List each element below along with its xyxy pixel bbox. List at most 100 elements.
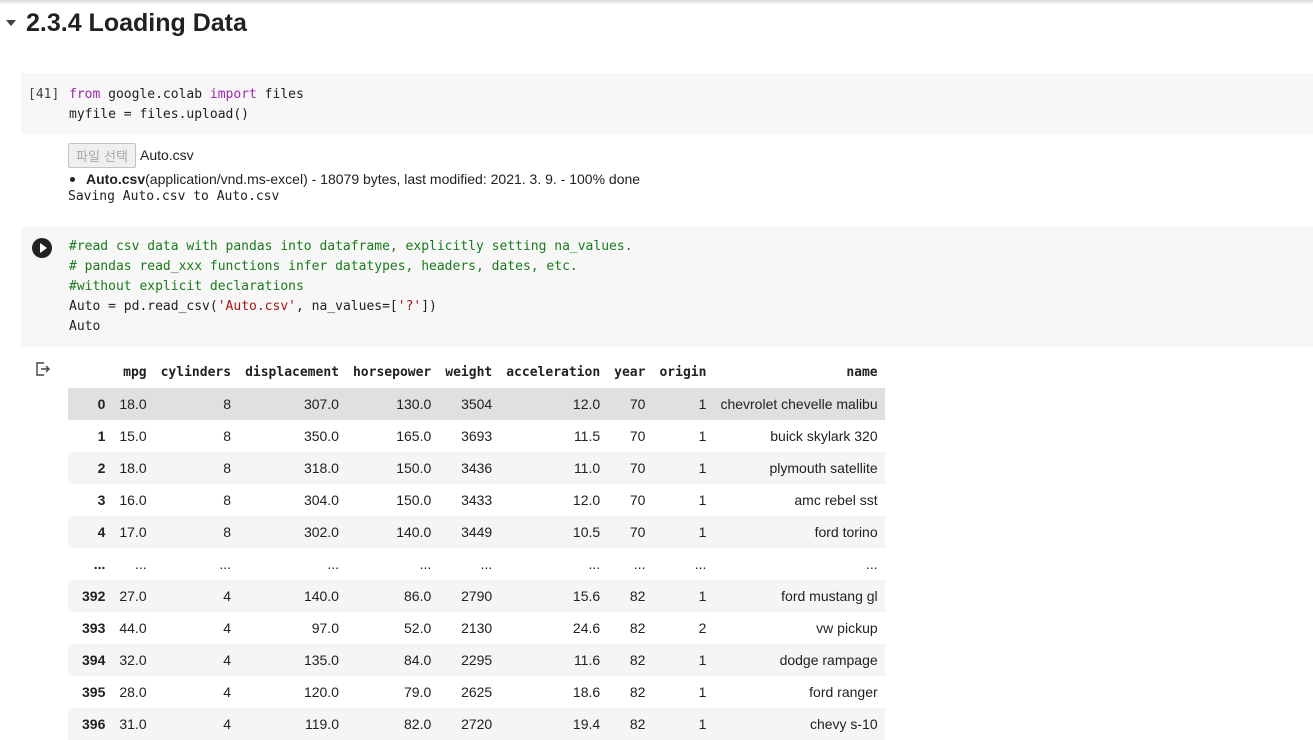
table-cell: 70 bbox=[629, 492, 646, 508]
table-cell: 8 bbox=[223, 428, 232, 444]
table-cell: buick skylark 320 bbox=[770, 428, 878, 444]
bullet-icon bbox=[70, 176, 75, 182]
table-cell: 4 bbox=[223, 620, 232, 636]
table-cell: dodge rampage bbox=[779, 652, 878, 668]
table-cell: 52.0 bbox=[404, 620, 432, 636]
table-cell: 28.0 bbox=[119, 684, 147, 700]
code-text: Auto = pd.read_csv( bbox=[69, 299, 218, 314]
table-cell: ... bbox=[327, 556, 339, 572]
chosen-file-name: Auto.csv bbox=[139, 147, 194, 163]
table-cell: amc rebel sst bbox=[794, 492, 878, 508]
table-cell: ford ranger bbox=[809, 684, 878, 700]
table-cell: ... bbox=[219, 556, 232, 572]
table-cell: 10.5 bbox=[572, 524, 601, 540]
table-cell: 8 bbox=[223, 524, 232, 540]
upload-status-item: Auto.csv (application/vnd.ms-excel) - 180… bbox=[68, 169, 1268, 189]
table-cell: chevy s-10 bbox=[809, 716, 878, 732]
table-cell: 32.0 bbox=[119, 652, 147, 668]
uploaded-file-name: Auto.csv bbox=[86, 171, 146, 187]
table-cell: 140.0 bbox=[303, 588, 339, 604]
row-index: 0 bbox=[97, 396, 106, 412]
table-cell: 4 bbox=[223, 716, 232, 732]
column-header: cylinders bbox=[160, 364, 232, 380]
table-cell: 82 bbox=[629, 588, 646, 604]
code-string: '?' bbox=[397, 299, 422, 314]
table-cell: ford mustang gl bbox=[781, 588, 878, 604]
upload-detail: (application/vnd.ms-excel) - 18079 bytes… bbox=[145, 171, 641, 187]
table-cell: ... bbox=[480, 556, 493, 572]
row-index: 1 bbox=[97, 428, 106, 444]
table-cell: 304.0 bbox=[303, 492, 339, 508]
column-header: origin bbox=[659, 364, 707, 380]
table-cell: 79.0 bbox=[404, 684, 432, 700]
column-header bbox=[68, 356, 112, 388]
table-cell: 16.0 bbox=[119, 492, 147, 508]
table-cell: 8 bbox=[223, 396, 232, 412]
table-cell: 86.0 bbox=[404, 588, 432, 604]
table-cell: 1 bbox=[698, 428, 707, 444]
code-cell-upload[interactable]: [41] from google.colab import files myfi… bbox=[21, 73, 1313, 134]
table-cell: ... bbox=[694, 556, 707, 572]
collapse-caret-icon[interactable] bbox=[6, 20, 16, 26]
table-row: 0 18.0 8 307.0 130.0 3504 12.0 70 1 chevrolet che… bbox=[68, 388, 885, 420]
top-divider bbox=[0, 0, 1313, 2]
table-cell: 1 bbox=[698, 716, 707, 732]
table-row: 396 31.0 4 119.0 82.0 2720 19.4 82 1 chevy s-10 bbox=[68, 708, 885, 740]
code-text: google.colab bbox=[100, 87, 210, 102]
table-cell: 135.0 bbox=[303, 652, 339, 668]
table-row: 4 17.0 8 302.0 140.0 3449 10.5 70 1 ford torino bbox=[68, 516, 885, 548]
header-row: mpg cylinders displacement horsepower we… bbox=[68, 356, 885, 388]
run-cell-button[interactable] bbox=[32, 238, 52, 258]
table-cell: 27.0 bbox=[119, 588, 147, 604]
saving-message: Saving Auto.csv to Auto.csv bbox=[68, 189, 280, 204]
output-actions-icon[interactable] bbox=[35, 361, 51, 377]
row-index: 392 bbox=[82, 588, 106, 604]
table-cell: 3693 bbox=[461, 428, 493, 444]
table-cell: 19.4 bbox=[572, 716, 601, 732]
table-cell: 12.0 bbox=[572, 396, 601, 412]
code-cell-read-csv[interactable]: #read csv data with pandas into datafram… bbox=[21, 227, 1313, 347]
table-cell: 18.0 bbox=[119, 460, 147, 476]
code-text: files bbox=[256, 87, 304, 102]
table-row: 395 28.0 4 120.0 79.0 2625 18.6 82 1 ford ranger bbox=[68, 676, 885, 708]
table-cell: 70 bbox=[629, 460, 646, 476]
row-index: 3 bbox=[97, 492, 106, 508]
row-index: 393 bbox=[82, 620, 106, 636]
table-cell: 130.0 bbox=[396, 396, 432, 412]
table-row: 1 15.0 8 350.0 165.0 3693 11.5 70 1 buick skylark… bbox=[68, 420, 885, 452]
table-cell: 150.0 bbox=[396, 460, 432, 476]
column-header: displacement bbox=[245, 364, 339, 380]
table-cell: 2790 bbox=[461, 588, 493, 604]
table-cell: 1 bbox=[698, 460, 707, 476]
section-header[interactable]: 2.3.4 Loading Data bbox=[4, 6, 247, 40]
code-editor[interactable]: #read csv data with pandas into datafram… bbox=[69, 237, 633, 337]
table-cell: 31.0 bbox=[119, 716, 147, 732]
table-cell: 18.6 bbox=[572, 684, 601, 700]
table-cell: 3449 bbox=[461, 524, 493, 540]
table-cell: 1 bbox=[698, 492, 707, 508]
table-row: 392 27.0 4 140.0 86.0 2790 15.6 82 1 ford mustang… bbox=[68, 580, 885, 612]
table-row: 2 18.0 8 318.0 150.0 3436 11.0 70 1 plymouth sate… bbox=[68, 452, 885, 484]
table-cell: 1 bbox=[698, 396, 707, 412]
table-cell: 11.5 bbox=[573, 428, 601, 444]
table-cell: ... bbox=[588, 556, 601, 572]
choose-file-button[interactable]: 파일 선택 bbox=[68, 142, 136, 168]
code-line: myfile = files.upload() bbox=[69, 107, 250, 122]
table-cell: 97.0 bbox=[311, 620, 339, 636]
column-header: year bbox=[614, 364, 646, 380]
table-cell: 1 bbox=[698, 588, 707, 604]
table-cell: 307.0 bbox=[303, 396, 339, 412]
table-cell: 44.0 bbox=[119, 620, 147, 636]
table-cell: 15.6 bbox=[572, 588, 601, 604]
table-cell: 70 bbox=[629, 396, 646, 412]
column-header: weight bbox=[445, 364, 493, 380]
table-cell: ... bbox=[134, 556, 147, 572]
row-index: ... bbox=[93, 556, 106, 572]
table-cell: 2295 bbox=[461, 652, 493, 668]
table-cell: 82.0 bbox=[404, 716, 432, 732]
table-cell: 1 bbox=[698, 524, 707, 540]
code-editor[interactable]: from google.colab import files myfile = … bbox=[69, 85, 304, 125]
row-index: 396 bbox=[82, 716, 106, 732]
table-cell: 1 bbox=[698, 684, 707, 700]
column-header: name bbox=[846, 364, 878, 380]
